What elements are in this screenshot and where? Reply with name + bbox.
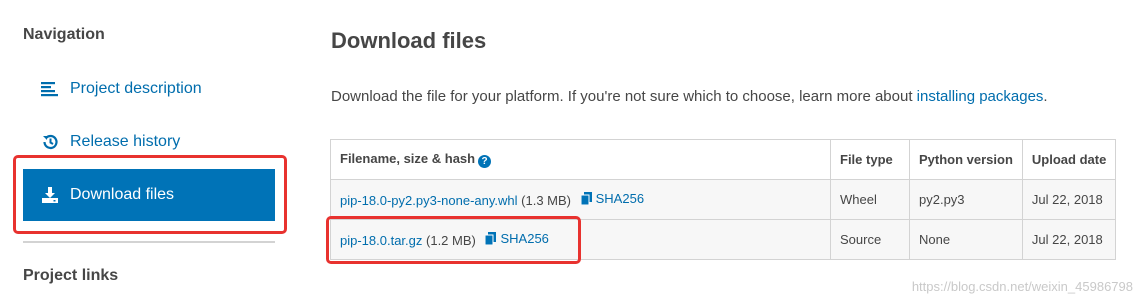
align-left-icon	[39, 79, 61, 99]
sidebar: Navigation Project description Release h…	[0, 0, 290, 307]
intro-end: .	[1043, 88, 1048, 105]
highlight-box-download-files	[13, 155, 287, 234]
sha256-link[interactable]: SHA256	[580, 191, 645, 206]
hash-label: SHA256	[595, 191, 645, 206]
file-type-cell: Wheel	[830, 179, 910, 220]
history-icon	[39, 132, 61, 152]
upload-date-cell: Jul 22, 2018	[1021, 179, 1117, 220]
project-links-heading: Project links	[23, 267, 119, 284]
intro-body: Download the file for your platform. If …	[331, 88, 913, 105]
table-row: pip-18.0-py2.py3-none-any.whl (1.3 MB) S…	[330, 179, 1117, 220]
upload-date-cell: Jul 22, 2018	[1021, 219, 1117, 260]
nav-item-label: Release history	[70, 133, 181, 150]
column-header-file-type: File type	[830, 139, 910, 180]
intro-text: Download the file for your platform. If …	[331, 88, 1048, 105]
column-header-label: Filename, size & hash	[340, 151, 476, 166]
python-version-cell: py2.py3	[909, 179, 1023, 220]
filename-cell: pip-18.0-py2.py3-none-any.whl (1.3 MB) S…	[330, 179, 831, 220]
installing-packages-link[interactable]: installing packages	[917, 88, 1044, 105]
sidebar-divider	[23, 241, 275, 243]
highlight-box-tar-gz	[326, 216, 581, 264]
navigation-heading: Navigation	[23, 26, 105, 43]
file-type-cell: Source	[830, 219, 910, 260]
copy-icon	[580, 192, 592, 205]
table-header-row: Filename, size & hash? File type Python …	[330, 139, 1117, 180]
python-version-cell: None	[909, 219, 1023, 260]
help-icon[interactable]: ?	[478, 155, 492, 168]
file-link[interactable]: pip-18.0-py2.py3-none-any.whl	[340, 193, 518, 208]
nav-item-label: Project description	[70, 80, 202, 97]
column-header-upload-date: Upload date	[1021, 139, 1117, 180]
column-header-filename: Filename, size & hash?	[330, 139, 831, 180]
nav-item-project-description[interactable]: Project description	[23, 63, 275, 115]
page-title: Download files	[331, 28, 487, 53]
file-size: (1.3 MB)	[521, 193, 571, 208]
watermark: https://blog.csdn.net/weixin_45986798	[911, 279, 1133, 294]
column-header-python-version: Python version	[909, 139, 1023, 180]
